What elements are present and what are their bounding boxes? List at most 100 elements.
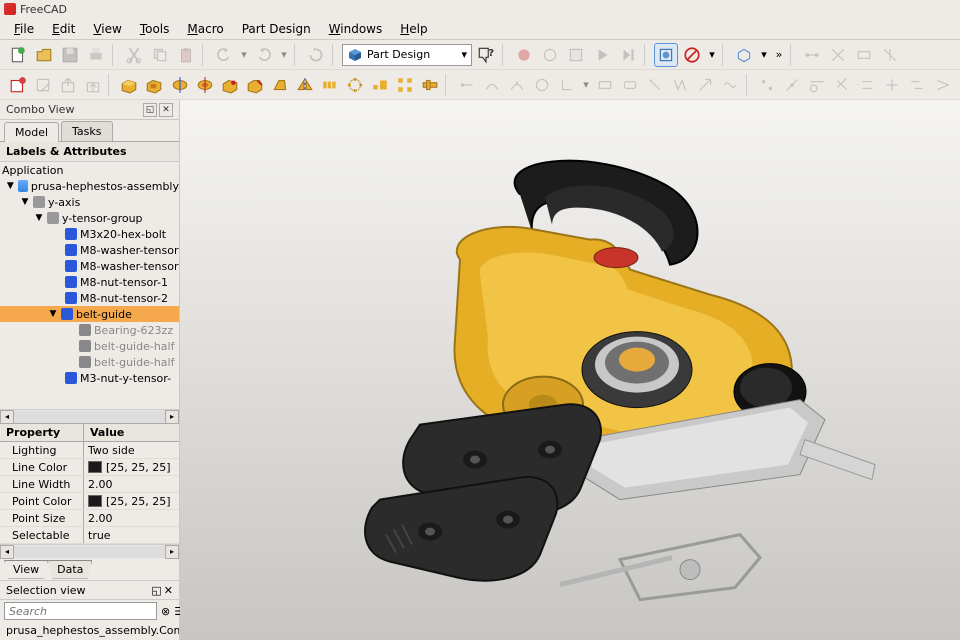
more-toolbar-button[interactable]: »: [772, 43, 786, 67]
sketch-geom-11[interactable]: [719, 73, 742, 97]
sketch-const-7[interactable]: [906, 73, 929, 97]
draft-button[interactable]: [268, 73, 291, 97]
prop-row-linewidth[interactable]: Line Width2.00: [0, 476, 179, 493]
macro-record-button[interactable]: [512, 43, 536, 67]
sketch-edit-button[interactable]: [31, 73, 54, 97]
prop-row-linecolor[interactable]: Line Color[25, 25, 25]: [0, 459, 179, 476]
tree-item[interactable]: Bearing-623zz: [0, 322, 179, 338]
macro-list-button[interactable]: [564, 43, 588, 67]
menu-tools[interactable]: Tools: [132, 20, 178, 38]
new-button[interactable]: [6, 43, 30, 67]
sketch-geom-1[interactable]: [455, 73, 478, 97]
menu-edit[interactable]: Edit: [44, 20, 83, 38]
tree-ytensor[interactable]: ▼y-tensor-group: [0, 210, 179, 226]
constraint-3-button[interactable]: [852, 43, 876, 67]
sketch-map-button[interactable]: [81, 73, 104, 97]
sketch-geom-8[interactable]: [644, 73, 667, 97]
tree-yaxis[interactable]: ▼y-axis: [0, 194, 179, 210]
panel-close-button[interactable]: ✕: [164, 584, 173, 597]
sketch-geom-dropdown[interactable]: ▾: [580, 73, 592, 97]
tab-tasks[interactable]: Tasks: [61, 121, 112, 141]
prop-row-pointcolor[interactable]: Point Color[25, 25, 25]: [0, 493, 179, 510]
cut-button[interactable]: [122, 43, 146, 67]
workbench-selector[interactable]: Part Design ▾: [342, 44, 472, 66]
sketch-const-3[interactable]: [806, 73, 829, 97]
linear-pattern-button[interactable]: [318, 73, 341, 97]
sketch-const-8[interactable]: [931, 73, 954, 97]
model-tree[interactable]: Application ▼prusa-hephestos-assembly ▼y…: [0, 162, 179, 409]
undo-dropdown[interactable]: ▾: [238, 43, 250, 67]
menu-windows[interactable]: Windows: [321, 20, 391, 38]
paste-button[interactable]: [174, 43, 198, 67]
tree-item[interactable]: M8-nut-tensor-2: [0, 290, 179, 306]
macro-stop-button[interactable]: [538, 43, 562, 67]
shaft-wizard-button[interactable]: [418, 73, 441, 97]
draw-style-dropdown[interactable]: ▾: [758, 43, 770, 67]
pad-button[interactable]: [118, 73, 141, 97]
macro-play-button[interactable]: [590, 43, 614, 67]
sketch-const-5[interactable]: [856, 73, 879, 97]
tab-model[interactable]: Model: [4, 122, 59, 142]
scroll-right-button[interactable]: ▸: [165, 545, 179, 559]
scroll-right-button[interactable]: ▸: [165, 410, 179, 424]
sketch-const-4[interactable]: [831, 73, 854, 97]
selection-search-input[interactable]: [4, 602, 157, 620]
pocket-button[interactable]: [143, 73, 166, 97]
tree-item[interactable]: belt-guide-half: [0, 354, 179, 370]
bounding-box-toggle[interactable]: [654, 43, 678, 67]
revolution-button[interactable]: [168, 73, 191, 97]
print-button[interactable]: [84, 43, 108, 67]
prop-row-pointsize[interactable]: Point Size2.00: [0, 510, 179, 527]
menu-view[interactable]: View: [85, 20, 129, 38]
undo-button[interactable]: [212, 43, 236, 67]
sketch-new-button[interactable]: [6, 73, 29, 97]
sketch-geom-9[interactable]: [669, 73, 692, 97]
panel-float-button[interactable]: ◱: [151, 584, 161, 597]
redo-button[interactable]: [252, 43, 276, 67]
copy-button[interactable]: [148, 43, 172, 67]
menu-help[interactable]: Help: [392, 20, 435, 38]
refresh-button[interactable]: [304, 43, 328, 67]
tree-item[interactable]: M8-nut-tensor-1: [0, 274, 179, 290]
polar-pattern-button[interactable]: [343, 73, 366, 97]
constraint-2-button[interactable]: [826, 43, 850, 67]
macro-step-button[interactable]: [616, 43, 640, 67]
menu-part-design[interactable]: Part Design: [234, 20, 319, 38]
menu-file[interactable]: File: [6, 20, 42, 38]
fillet-button[interactable]: [218, 73, 241, 97]
tree-application[interactable]: Application: [0, 162, 179, 178]
search-clear-icon[interactable]: ⊗: [161, 603, 170, 619]
prop-row-lighting[interactable]: LightingTwo side: [0, 442, 179, 459]
tree-root[interactable]: ▼prusa-hephestos-assembly: [0, 178, 179, 194]
tree-item[interactable]: belt-guide-half: [0, 338, 179, 354]
sketch-const-1[interactable]: [756, 73, 779, 97]
sketch-geom-5[interactable]: [555, 73, 578, 97]
sketch-geom-3[interactable]: [505, 73, 528, 97]
draw-style-button[interactable]: [732, 43, 756, 67]
save-button[interactable]: [58, 43, 82, 67]
sketch-geom-10[interactable]: [694, 73, 717, 97]
menu-macro[interactable]: Macro: [179, 20, 231, 38]
constraint-4-button[interactable]: [878, 43, 902, 67]
tree-item[interactable]: M3-nut-y-tensor-: [0, 370, 179, 386]
scaled-button[interactable]: [368, 73, 391, 97]
open-button[interactable]: [32, 43, 56, 67]
multitransform-button[interactable]: [393, 73, 416, 97]
tab-view[interactable]: View: [4, 560, 48, 579]
prop-hscroll[interactable]: ◂ ▸: [0, 544, 179, 558]
sketch-geom-6[interactable]: [594, 73, 617, 97]
chamfer-button[interactable]: [243, 73, 266, 97]
sketch-const-6[interactable]: [881, 73, 904, 97]
sketch-const-2[interactable]: [781, 73, 804, 97]
tree-item[interactable]: M8-washer-tensor: [0, 242, 179, 258]
sketch-export-button[interactable]: [56, 73, 79, 97]
panel-float-button[interactable]: ◱: [143, 103, 157, 117]
constraint-1-button[interactable]: [800, 43, 824, 67]
3d-viewport[interactable]: [180, 100, 960, 640]
groove-button[interactable]: [193, 73, 216, 97]
tree-item[interactable]: M3x20-hex-bolt: [0, 226, 179, 242]
tree-belt-guide[interactable]: ▼belt-guide: [0, 306, 179, 322]
clipping-button[interactable]: [680, 43, 704, 67]
prop-row-selectable[interactable]: Selectabletrue: [0, 527, 179, 544]
sketch-geom-4[interactable]: [530, 73, 553, 97]
